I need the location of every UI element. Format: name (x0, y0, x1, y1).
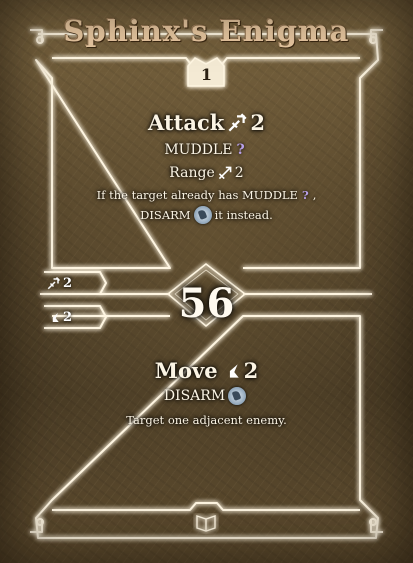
range-line: Range 2 (0, 165, 413, 181)
summary-tab-move-value: 2 (63, 309, 73, 325)
range-label: Range (169, 165, 215, 181)
summary-tab-attack-value: 2 (63, 275, 73, 291)
move-icon (220, 360, 242, 382)
note-line1-suffix: , (312, 188, 317, 202)
attack-icon (46, 276, 61, 291)
muddle-note-line1: If the target already has MUDDLE ? , (0, 188, 413, 202)
muddle-line: MUDDLE ? (0, 142, 413, 158)
ability-card: Sphinx's Enigma 1 56 2 2 Attack 2 MUDDLE… (0, 0, 413, 563)
muddle-label: MUDDLE (164, 142, 233, 158)
book-icon (196, 515, 216, 532)
target-note: Target one adjacent enemy. (0, 413, 413, 427)
target-note-text: Target one adjacent enemy. (126, 413, 287, 427)
initiative-value: 56 (178, 280, 235, 327)
muddle-icon: ? (301, 188, 309, 202)
note-line2-text: it instead. (214, 208, 273, 222)
attack-label: Attack (148, 110, 225, 135)
move-icon (46, 310, 61, 325)
summary-tab-move: 2 (44, 306, 104, 328)
disarm-icon (193, 206, 212, 224)
move-label: Move (154, 358, 218, 383)
range-icon (217, 165, 233, 181)
note-line2-disarm: DISARM (140, 208, 191, 222)
move-line: Move 2 (0, 358, 413, 383)
disarm-label: DISARM (163, 388, 226, 404)
muddle-icon: ? (236, 142, 245, 158)
range-value: 2 (234, 165, 244, 181)
attack-value: 2 (250, 110, 265, 135)
note-line1-text: If the target already has MUDDLE (96, 188, 298, 202)
card-title: Sphinx's Enigma (63, 14, 350, 48)
disarm-icon (228, 387, 247, 405)
summary-tab-attack: 2 (44, 272, 104, 294)
disarm-line: DISARM (0, 387, 413, 405)
attack-line: Attack 2 (0, 110, 413, 135)
move-value: 2 (243, 358, 259, 383)
card-level: 1 (200, 65, 213, 84)
attack-icon (226, 112, 248, 134)
muddle-note-line2: DISARM it instead. (0, 206, 413, 224)
